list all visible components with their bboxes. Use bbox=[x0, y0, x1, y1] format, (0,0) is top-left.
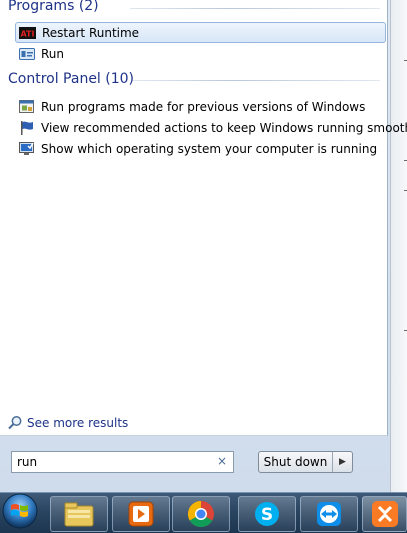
svg-text:S: S bbox=[261, 505, 273, 525]
search-magnifier-icon bbox=[7, 415, 23, 431]
desktop-background bbox=[390, 0, 407, 492]
svg-text:ATI: ATI bbox=[20, 29, 34, 38]
shut-down-button[interactable]: Shut down bbox=[259, 452, 333, 472]
group-divider bbox=[133, 80, 380, 81]
xampp-icon bbox=[371, 501, 398, 527]
result-label: Restart Runtime bbox=[42, 25, 140, 40]
start-button[interactable] bbox=[0, 490, 40, 532]
start-search-input[interactable] bbox=[17, 455, 207, 469]
result-label: Run programs made for previous versions … bbox=[41, 99, 366, 114]
start-menu: Programs (2) ATI Restart Runtime Run Con… bbox=[0, 0, 407, 492]
chrome-icon bbox=[187, 500, 214, 528]
programs-group-header[interactable]: Programs (2) bbox=[8, 0, 99, 14]
action-center-flag-icon bbox=[18, 120, 35, 136]
skype-icon: S bbox=[255, 502, 279, 526]
amd-logo-icon: ATI bbox=[19, 25, 36, 41]
shut-down-button-group: Shut down ▶ bbox=[258, 451, 353, 473]
windows-start-orb-icon bbox=[2, 493, 38, 529]
control-panel-group-header[interactable]: Control Panel (10) bbox=[8, 71, 134, 87]
clear-search-icon[interactable]: × bbox=[217, 454, 227, 468]
start-search-box[interactable]: × bbox=[11, 451, 234, 473]
taskbar-media-player[interactable] bbox=[112, 496, 170, 532]
shut-down-options-arrow-icon[interactable]: ▶ bbox=[333, 452, 352, 472]
result-compatibility[interactable]: Run programs made for previous versions … bbox=[15, 96, 386, 117]
result-run[interactable]: Run bbox=[15, 43, 386, 64]
windows-explorer-icon bbox=[64, 502, 94, 527]
result-label: Run bbox=[41, 46, 65, 61]
media-player-icon bbox=[128, 501, 154, 527]
result-system-info[interactable]: Show which operating system your compute… bbox=[15, 138, 386, 159]
taskbar-windows-explorer[interactable] bbox=[50, 496, 108, 532]
search-results-pane: Programs (2) ATI Restart Runtime Run Con… bbox=[0, 0, 407, 436]
taskbar-xampp[interactable] bbox=[362, 496, 407, 532]
result-label: Show which operating system your compute… bbox=[41, 141, 378, 156]
teamviewer-icon bbox=[317, 502, 341, 526]
taskbar-teamviewer[interactable] bbox=[300, 496, 358, 532]
see-more-label: See more results bbox=[27, 416, 129, 430]
result-restart-runtime[interactable]: ATI Restart Runtime bbox=[15, 22, 386, 43]
taskbar-skype[interactable]: S bbox=[238, 496, 296, 532]
group-divider bbox=[130, 8, 380, 9]
run-dialog-icon bbox=[18, 46, 35, 62]
taskbar: S bbox=[0, 492, 407, 533]
result-action-center[interactable]: View recommended actions to keep Windows… bbox=[15, 117, 407, 138]
compatibility-icon bbox=[18, 99, 35, 115]
taskbar-chrome[interactable] bbox=[172, 496, 230, 532]
system-info-icon bbox=[18, 141, 35, 157]
see-more-results-link[interactable]: See more results bbox=[7, 415, 128, 431]
result-label: View recommended actions to keep Windows… bbox=[41, 120, 407, 135]
